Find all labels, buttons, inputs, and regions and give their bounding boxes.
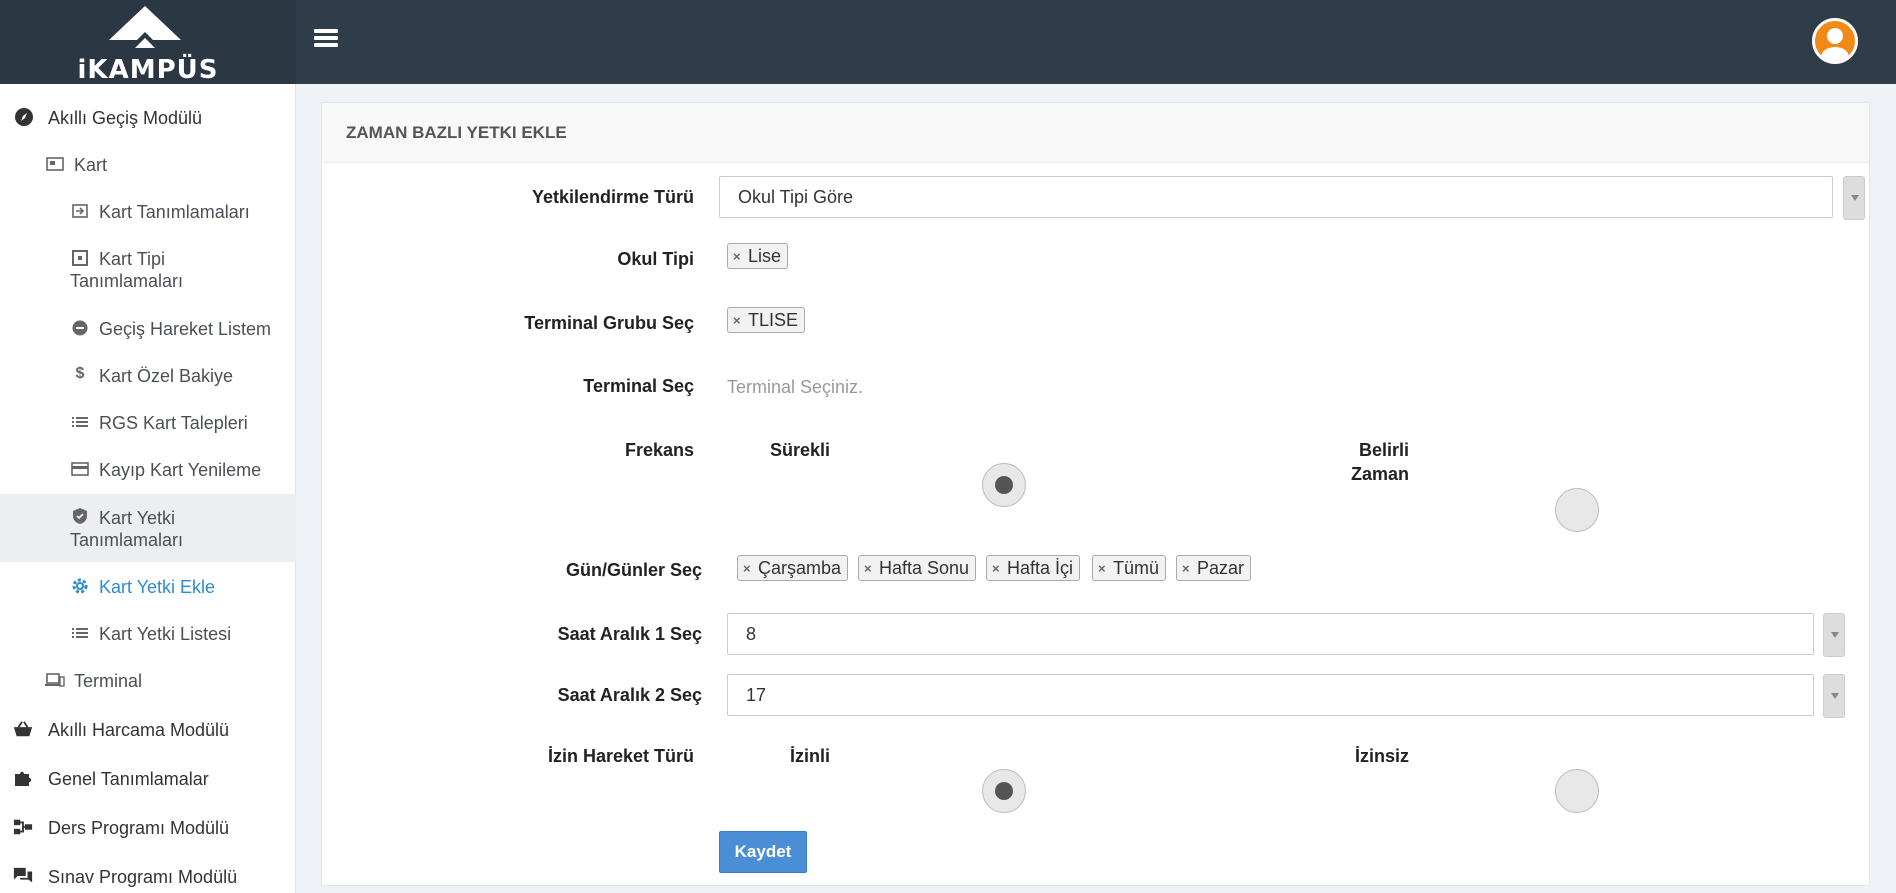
save-button[interactable]: Kaydet <box>719 831 807 873</box>
saat1-dropdown-icon[interactable] <box>1823 613 1845 657</box>
minus-circle-icon <box>70 318 90 338</box>
panel-header: ZAMAN BAZLI YETKI EKLE <box>322 103 1869 163</box>
sidebar-item-kart[interactable]: Kart <box>0 152 296 178</box>
gun-tag: × Hafta İçi <box>986 555 1081 581</box>
sidebar-item-kayip-kart[interactable]: Kayıp Kart Yenileme <box>0 457 296 483</box>
okul-tipi-label: Okul Tipi <box>617 249 694 269</box>
izinsiz-label: İzinsiz <box>1354 746 1409 766</box>
gunler-label: Gün/Günler Seç <box>565 560 702 580</box>
compass-icon <box>14 107 34 127</box>
izinli-label: İzinli <box>790 746 830 766</box>
frekans-belirli-label: Belirli Zaman <box>1350 440 1409 484</box>
sidebar-item-kart-ozel-bakiye[interactable]: $ Kart Özel Bakiye <box>0 363 296 389</box>
list-icon <box>70 412 90 432</box>
frekans-belirli-zaman-radio[interactable] <box>1555 488 1599 532</box>
sidebar-item-genel-tanimlamalar[interactable]: Genel Tanımlamalar <box>0 766 296 792</box>
sidebar-item-label: Kart Tanımlamaları <box>99 202 250 222</box>
sidebar-item-kart-yetki-listesi[interactable]: Kart Yetki Listesi <box>0 621 296 647</box>
saat2-dropdown-icon[interactable] <box>1823 674 1845 718</box>
top-bar: iKAMPÜS <box>0 0 1896 85</box>
frekans-label: Frekans <box>624 440 694 460</box>
list-icon <box>70 623 90 643</box>
sidebar-item-label: Akıllı Harcama Modülü <box>48 720 230 740</box>
izin-label: İzin Hareket Türü <box>547 746 694 766</box>
izinli-radio[interactable] <box>982 769 1026 813</box>
card-icon <box>45 154 65 174</box>
sidebar-item-gecis-hareket[interactable]: Geçiş Hareket Listem <box>0 316 296 342</box>
gun-tag: × Çarşamba <box>737 555 849 581</box>
sidebar-item-label: Terminal <box>74 671 143 691</box>
yetki-turu-label: Yetkilendirme Türü <box>531 187 694 207</box>
sidebar-item-ders-programi[interactable]: Ders Programı Modülü <box>0 815 296 841</box>
saat1-label: Saat Aralık 1 Seç <box>557 624 702 644</box>
sidebar-item-kart-yetki-ekle[interactable]: Kart Yetki Ekle <box>0 574 296 600</box>
sitemap-icon <box>13 817 33 837</box>
sidebar-item-label: Ders Programı Modülü <box>48 818 230 838</box>
gun-tag: × Tümü <box>1092 555 1167 581</box>
sidebar-item-label: Sınav Programı Modülü <box>48 867 238 887</box>
remove-tag-icon[interactable]: × <box>992 557 1000 581</box>
sidebar-item-label: Kart Özel Bakiye <box>99 366 234 386</box>
saat2-select[interactable]: 17 <box>727 674 1814 716</box>
sidebar-item-akilli-harcama[interactable]: Akıllı Harcama Modülü <box>0 717 296 743</box>
sidebar-item-sinav-programi[interactable]: Sınav Programı Modülü <box>0 864 296 890</box>
login-icon <box>70 201 90 221</box>
sidebar-item-kart-yetki-tanimlamalari[interactable]: Kart Yetki Tanımlamaları <box>0 494 296 562</box>
gun-tag: × Pazar <box>1176 555 1252 581</box>
credit-card-icon <box>70 459 90 479</box>
yetki-turu-dropdown-icon[interactable] <box>1843 176 1865 220</box>
form-panel: ZAMAN BAZLI YETKI EKLE Yetkilendirme Tür… <box>321 102 1870 886</box>
user-avatar-icon[interactable] <box>1812 18 1858 64</box>
sidebar-item-rgs-kart[interactable]: RGS Kart Talepleri <box>0 410 296 436</box>
hamburger-icon[interactable] <box>312 26 340 52</box>
sidebar-item-label: Kart <box>74 155 108 175</box>
sidebar-item-label: Kart Tipi Tanımlamaları <box>70 249 184 291</box>
okul-tipi-tag: × Lise <box>727 243 789 269</box>
gear-icon <box>70 576 90 596</box>
chat-icon <box>13 866 33 886</box>
page-title: ZAMAN BAZLI YETKI EKLE <box>346 123 567 142</box>
terminal-input[interactable]: Terminal Seçiniz. <box>727 377 863 398</box>
terminal-grubu-tag: × TLISE <box>727 307 806 333</box>
sidebar-item-label: Kart Yetki Tanımlamaları <box>70 508 184 550</box>
sidebar: Akıllı Geçiş Modülü Kart Kart Tanımlamal… <box>0 84 296 893</box>
sidebar-item-kart-tanimlamalari[interactable]: Kart Tanımlamaları <box>0 199 296 225</box>
logo-mark-icon <box>109 6 181 48</box>
remove-tag-icon[interactable]: × <box>1098 557 1106 581</box>
saat2-label: Saat Aralık 2 Seç <box>557 685 702 705</box>
puzzle-icon <box>13 768 33 788</box>
izinsiz-radio[interactable] <box>1555 769 1599 813</box>
gun-tag: × Hafta Sonu <box>858 555 977 581</box>
remove-tag-icon[interactable]: × <box>733 309 741 333</box>
sidebar-item-label: RGS Kart Talepleri <box>99 413 248 433</box>
yetki-turu-select[interactable]: Okul Tipi Göre <box>719 176 1833 218</box>
remove-tag-icon[interactable]: × <box>1182 557 1190 581</box>
terminal-grubu-label: Terminal Grubu Seç <box>524 313 694 333</box>
sidebar-item-akilli-gecis[interactable]: Akıllı Geçiş Modülü <box>0 105 296 131</box>
sidebar-item-kart-tipi[interactable]: Kart Tipi Tanımlamaları <box>0 246 296 294</box>
basket-icon <box>13 719 33 739</box>
logo-text: iKAMPÜS <box>77 55 219 85</box>
logo[interactable]: iKAMPÜS <box>0 0 296 85</box>
devices-icon <box>45 670 65 690</box>
dollar-icon: $ <box>75 365 85 382</box>
sidebar-item-label: Kart Yetki Listesi <box>99 624 232 644</box>
saat1-select[interactable]: 8 <box>727 613 1814 655</box>
sidebar-item-label: Kart Yetki Ekle <box>99 577 216 597</box>
sidebar-item-label: Geçiş Hareket Listem <box>99 319 272 339</box>
frekans-surekli-label: Sürekli <box>769 440 830 460</box>
remove-tag-icon[interactable]: × <box>733 245 741 269</box>
sidebar-item-label: Akıllı Geçiş Modülü <box>48 108 203 128</box>
sidebar-item-label: Kayıp Kart Yenileme <box>99 460 262 480</box>
frekans-surekli-radio[interactable] <box>982 463 1026 507</box>
terminal-label: Terminal Seç <box>583 376 694 396</box>
sidebar-item-terminal[interactable]: Terminal <box>0 668 296 694</box>
remove-tag-icon[interactable]: × <box>864 557 872 581</box>
remove-tag-icon[interactable]: × <box>743 557 751 581</box>
sidebar-item-label: Genel Tanımlamalar <box>48 769 209 789</box>
